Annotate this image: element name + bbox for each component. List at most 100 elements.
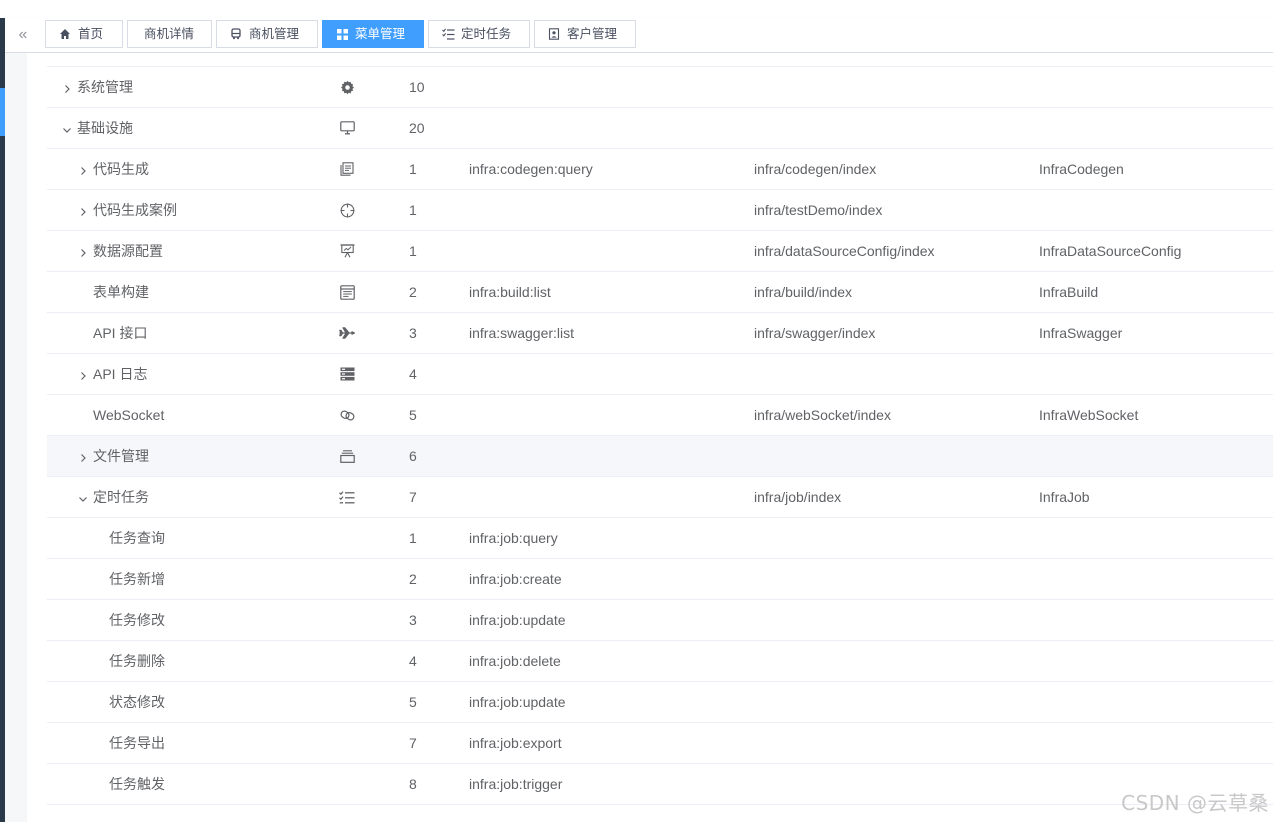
- menu-name: 文件管理: [93, 448, 149, 464]
- menu-sort: 4: [409, 653, 417, 669]
- expand-arrow-right-icon[interactable]: [75, 437, 91, 477]
- link-icon: [340, 408, 355, 423]
- menu-name-cell: 代码生成案例: [47, 190, 345, 230]
- tab-customer-management[interactable]: 客户管理: [534, 20, 636, 48]
- expand-arrow-right-icon[interactable]: [75, 191, 91, 231]
- table-row[interactable]: 系统管理 10: [47, 67, 1273, 108]
- menu-icon-cell: [335, 682, 359, 722]
- table-row[interactable]: API 日志 4: [47, 354, 1273, 395]
- menu-permission: infra:job:update: [469, 612, 566, 628]
- table-row[interactable]: 任务删除 4 infra:job:delete: [47, 641, 1273, 682]
- menu-name-cell: 基础设施: [47, 108, 329, 148]
- menu-icon-cell: [335, 764, 359, 804]
- menu-name: 基础设施: [77, 120, 133, 136]
- tab-label: 菜单管理: [355, 27, 406, 41]
- menu-name: API 接口: [93, 325, 148, 341]
- form-icon: [339, 284, 355, 300]
- csdn-watermark: CSDN @云草桑: [1121, 791, 1269, 815]
- grid-icon: [335, 27, 349, 41]
- menu-name-cell: 状态修改: [47, 682, 361, 722]
- menu-name: 表单构建: [93, 284, 149, 300]
- presentation-icon: [340, 244, 355, 258]
- menu-sort: 2: [409, 284, 417, 300]
- menu-name-cell: 代码生成: [47, 149, 345, 189]
- table-row[interactable]: 数据源配置 1 infra/dataSourceConfig/index Inf…: [47, 231, 1273, 272]
- table-row[interactable]: 代码生成案例 1 infra/testDemo/index: [47, 190, 1273, 231]
- menu-name-cell: 任务导出: [47, 723, 361, 763]
- menu-component-path: infra/webSocket/index: [754, 407, 891, 423]
- menu-icon-cell: [335, 436, 359, 476]
- tab-scheduled-tasks[interactable]: 定时任务: [428, 20, 530, 48]
- menu-name: API 日志: [93, 366, 148, 382]
- menu-sort: 8: [409, 776, 417, 792]
- menu-icon-cell: [335, 190, 359, 230]
- expand-arrow-right-icon[interactable]: [75, 150, 91, 190]
- menu-name: 系统管理: [77, 79, 133, 95]
- expand-arrow-down-icon[interactable]: [75, 478, 91, 518]
- expand-arrow-right-icon[interactable]: [59, 68, 75, 108]
- menu-icon-cell: [335, 272, 359, 312]
- table-row[interactable]: 任务查询 1 infra:job:query: [47, 518, 1273, 559]
- menu-sort: 7: [409, 735, 417, 751]
- table-row[interactable]: 任务新增 2 infra:job:create: [47, 559, 1273, 600]
- menu-name-cell: 文件管理: [47, 436, 345, 476]
- menu-sort: 5: [409, 694, 417, 710]
- table-row[interactable]: 文件管理 6: [47, 436, 1273, 477]
- expand-arrow-right-icon[interactable]: [75, 355, 91, 395]
- tab-opportunity-management[interactable]: 商机管理: [216, 20, 318, 48]
- menu-name-cell: API 接口: [47, 313, 345, 353]
- menu-name: 代码生成案例: [93, 202, 177, 218]
- table-row[interactable]: API 接口 3 infra:swagger:list infra/swagge…: [47, 313, 1273, 354]
- tab-home[interactable]: 首页: [45, 20, 123, 48]
- menu-sort: 5: [409, 407, 417, 423]
- menu-name-cell: 数据源配置: [47, 231, 345, 271]
- tab-opportunity-detail[interactable]: 商机详情: [127, 20, 212, 48]
- tab-menu-management[interactable]: 菜单管理: [322, 20, 424, 48]
- tab-label: 首页: [78, 27, 104, 41]
- table-row[interactable]: 定时任务 7 infra/job/index InfraJob: [47, 477, 1273, 518]
- table-row[interactable]: 代码生成 1 infra:codegen:query infra/codegen…: [47, 149, 1273, 190]
- expand-arrow-right-icon[interactable]: [75, 232, 91, 272]
- menu-name: WebSocket: [93, 407, 165, 423]
- menu-component-path: infra/build/index: [754, 284, 853, 300]
- menu-icon-cell: [335, 231, 359, 271]
- content-left-gutter: [5, 53, 28, 822]
- menu-permission: infra:codegen:query: [469, 161, 593, 177]
- monitor-icon: [339, 121, 355, 135]
- menu-component-path: infra/testDemo/index: [754, 202, 883, 218]
- collapse-sidebar-icon[interactable]: «: [13, 26, 33, 44]
- menu-sort: 1: [409, 243, 417, 259]
- table-row[interactable]: 基础设施 20: [47, 108, 1273, 149]
- expand-arrow-down-icon[interactable]: [59, 109, 75, 149]
- table-row[interactable]: 表单构建 2 infra:build:list infra/build/inde…: [47, 272, 1273, 313]
- menu-icon-cell: [335, 313, 359, 353]
- menu-name-cell: 任务修改: [47, 600, 361, 640]
- menu-name-cell: API 日志: [47, 354, 345, 394]
- table-row[interactable]: WebSocket 5 infra/webSocket/index InfraW…: [47, 395, 1273, 436]
- table-row[interactable]: 状态修改 5 infra:job:update: [47, 682, 1273, 723]
- home-icon: [58, 27, 72, 41]
- crosshair-icon: [340, 203, 355, 218]
- table-row[interactable]: 任务修改 3 infra:job:update: [47, 600, 1273, 641]
- top-header: [0, 0, 1273, 19]
- menu-icon-cell: [335, 395, 359, 435]
- menu-name-cell: 任务触发: [47, 764, 361, 804]
- table-row[interactable]: 任务触发 8 infra:job:trigger: [47, 764, 1273, 805]
- tab-label: 定时任务: [461, 27, 512, 41]
- menu-icon-cell: [335, 723, 359, 763]
- menu-icon-cell: [335, 477, 359, 517]
- menu-sort: 20: [409, 120, 425, 136]
- menu-component-name: InfraBuild: [1039, 284, 1099, 300]
- tab-label: 商机详情: [144, 27, 195, 41]
- menu-name: 任务删除: [109, 653, 165, 669]
- table-row[interactable]: 任务导出 7 infra:job:export: [47, 723, 1273, 764]
- plane-icon: [339, 327, 355, 339]
- checklist-icon: [441, 27, 455, 41]
- menu-name-cell: 定时任务: [47, 477, 345, 517]
- menu-icon-cell: [335, 149, 359, 189]
- menu-sort: 1: [409, 202, 417, 218]
- menu-name: 任务查询: [109, 530, 165, 546]
- menu-permission: infra:job:delete: [469, 653, 561, 669]
- menu-name-cell: 系统管理: [47, 67, 329, 107]
- menu-sort: 2: [409, 571, 417, 587]
